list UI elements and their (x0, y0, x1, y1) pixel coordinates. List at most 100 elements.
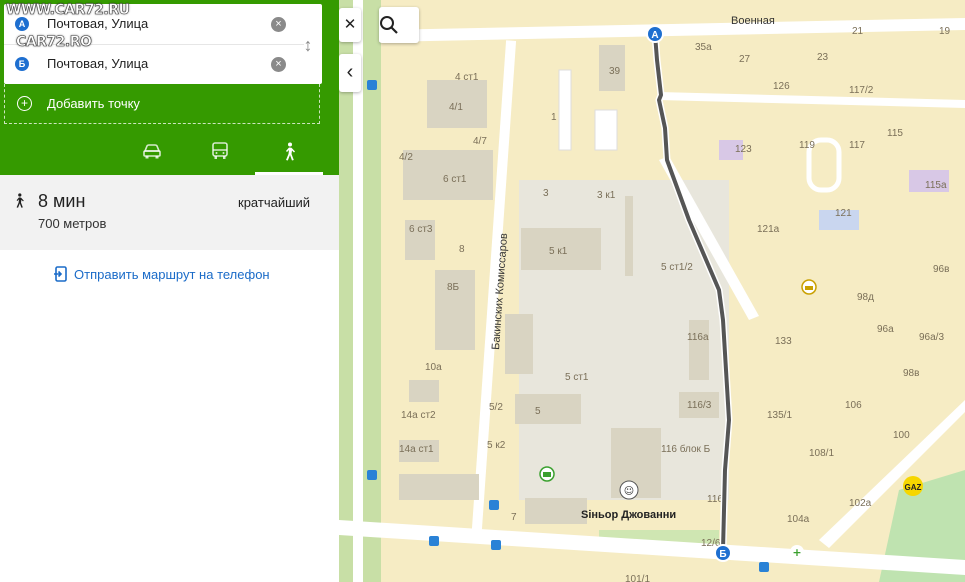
svg-text:119: 119 (799, 140, 815, 151)
svg-text:98д: 98д (857, 292, 874, 303)
svg-text:133: 133 (775, 336, 792, 347)
svg-text:3 к1: 3 к1 (597, 190, 616, 201)
plus-circle-icon: + (17, 96, 32, 111)
start-marker[interactable]: А (646, 25, 664, 43)
svg-text:121: 121 (835, 208, 852, 219)
collapse-panel-button[interactable]: ‹ (339, 54, 361, 92)
route-panel: А Почтовая, Улица × Б Почтовая, Улица × … (0, 0, 340, 582)
svg-text:102а: 102а (849, 498, 872, 509)
svg-text:5 ст1/2: 5 ст1/2 (661, 262, 693, 273)
svg-text:117/2: 117/2 (849, 85, 874, 96)
poi-gaz-station[interactable]: GAZ (903, 476, 923, 496)
watermark-line-1: WWW.CAR72.RU (6, 2, 130, 19)
building (515, 394, 581, 424)
route-tag: кратчайший (238, 195, 311, 210)
bus-icon (212, 142, 228, 159)
svg-text:23: 23 (817, 52, 829, 63)
svg-text:8: 8 (459, 244, 465, 255)
svg-text:116/3: 116/3 (687, 400, 712, 411)
building (525, 498, 587, 524)
road-bottom (339, 520, 965, 575)
start-marker-label: А (651, 30, 658, 41)
svg-text:5 к2: 5 к2 (487, 440, 506, 451)
point-a-input[interactable]: Почтовая, Улица (47, 16, 148, 31)
svg-text:35а: 35а (695, 42, 712, 53)
svg-text:117: 117 (849, 140, 865, 151)
svg-text:4/2: 4/2 (399, 152, 413, 163)
mode-car-button[interactable] (118, 128, 186, 175)
svg-text:116а: 116а (687, 332, 709, 343)
add-point-label: Добавить точку (47, 96, 140, 111)
swap-points-icon[interactable]: ↕ (300, 32, 316, 58)
svg-text:106: 106 (845, 400, 862, 411)
svg-text:121а: 121а (757, 224, 780, 235)
svg-text:101/1: 101/1 (625, 574, 650, 582)
svg-text:27: 27 (739, 54, 751, 65)
building (558, 69, 572, 151)
museum-icon[interactable] (801, 279, 817, 295)
svg-text:3: 3 (543, 188, 549, 199)
pedestrian-icon (16, 193, 24, 208)
point-b-badge: Б (15, 57, 29, 71)
svg-text:6 ст3: 6 ст3 (409, 224, 433, 235)
point-a-badge: А (15, 17, 29, 31)
svg-text:100: 100 (893, 430, 910, 441)
building (625, 196, 633, 276)
building (689, 320, 709, 380)
map-search-button[interactable] (379, 7, 419, 43)
svg-text:6 ст1: 6 ст1 (443, 174, 467, 185)
svg-text:14а ст2: 14а ст2 (401, 410, 436, 421)
pedestrian-icon (286, 142, 295, 161)
route-result[interactable]: 8 мин 700 метров кратчайший (0, 175, 339, 250)
svg-text:115а: 115а (925, 180, 947, 191)
building (399, 474, 479, 500)
building (409, 380, 439, 402)
svg-text:8Б: 8Б (447, 282, 460, 293)
building (594, 109, 618, 151)
road-117 (659, 92, 965, 108)
svg-text:96а/3: 96а/3 (919, 332, 944, 343)
street-label-voennaya: Военная (731, 15, 775, 27)
svg-text:108/1: 108/1 (809, 448, 834, 459)
map-view[interactable]: 4 ст1 39 35а 27 21 19 4/1 1 126 117/2 23… (339, 0, 965, 582)
svg-text:96в: 96в (933, 264, 949, 275)
send-to-phone-icon (54, 266, 67, 282)
svg-text:10а: 10а (425, 362, 442, 373)
route-form: А Почтовая, Улица × Б Почтовая, Улица × … (0, 0, 339, 175)
svg-text:1: 1 (551, 112, 557, 123)
svg-text:123: 123 (735, 144, 752, 155)
svg-text:+: + (792, 546, 801, 559)
svg-text:115: 115 (887, 128, 903, 139)
mode-bus-button[interactable] (186, 128, 254, 175)
road-voennaya (379, 18, 965, 42)
svg-text:14а ст1: 14а ст1 (399, 444, 434, 455)
watermark-line-2: CAR72.RO (16, 34, 92, 51)
map-canvas[interactable]: 4 ст1 39 35а 27 21 19 4/1 1 126 117/2 23… (339, 0, 965, 582)
gaz-badge-label: GAZ (905, 483, 922, 492)
point-b-row[interactable]: Б Почтовая, Улица × (4, 44, 304, 84)
svg-text:96а: 96а (877, 324, 894, 335)
shop-icon[interactable] (539, 466, 555, 482)
clear-icon[interactable]: × (271, 57, 286, 72)
poi-label: Sіньор Джованни (581, 509, 676, 521)
svg-text:39: 39 (609, 66, 621, 77)
svg-text:19: 19 (939, 26, 951, 37)
add-point-button[interactable]: + Добавить точку (4, 84, 320, 124)
point-b-input[interactable]: Почтовая, Улица (47, 56, 148, 71)
svg-text:104а: 104а (787, 514, 810, 525)
end-marker[interactable]: Б (714, 544, 732, 562)
mode-walk-button[interactable] (255, 128, 323, 175)
close-route-button[interactable]: ✕ (339, 8, 361, 42)
svg-text:☺: ☺ (624, 486, 634, 497)
search-icon (380, 16, 398, 34)
svg-text:98в: 98в (903, 368, 919, 379)
close-icon: ✕ (343, 16, 357, 33)
clear-icon[interactable]: × (271, 17, 286, 32)
svg-text:5/2: 5/2 (489, 402, 503, 413)
pharmacy-icon[interactable]: + (790, 545, 804, 559)
chevron-left-icon: ‹ (346, 61, 354, 83)
svg-text:7: 7 (511, 512, 517, 523)
svg-text:21: 21 (852, 26, 864, 37)
car-icon (143, 144, 161, 159)
svg-text:5 ст1: 5 ст1 (565, 372, 589, 383)
